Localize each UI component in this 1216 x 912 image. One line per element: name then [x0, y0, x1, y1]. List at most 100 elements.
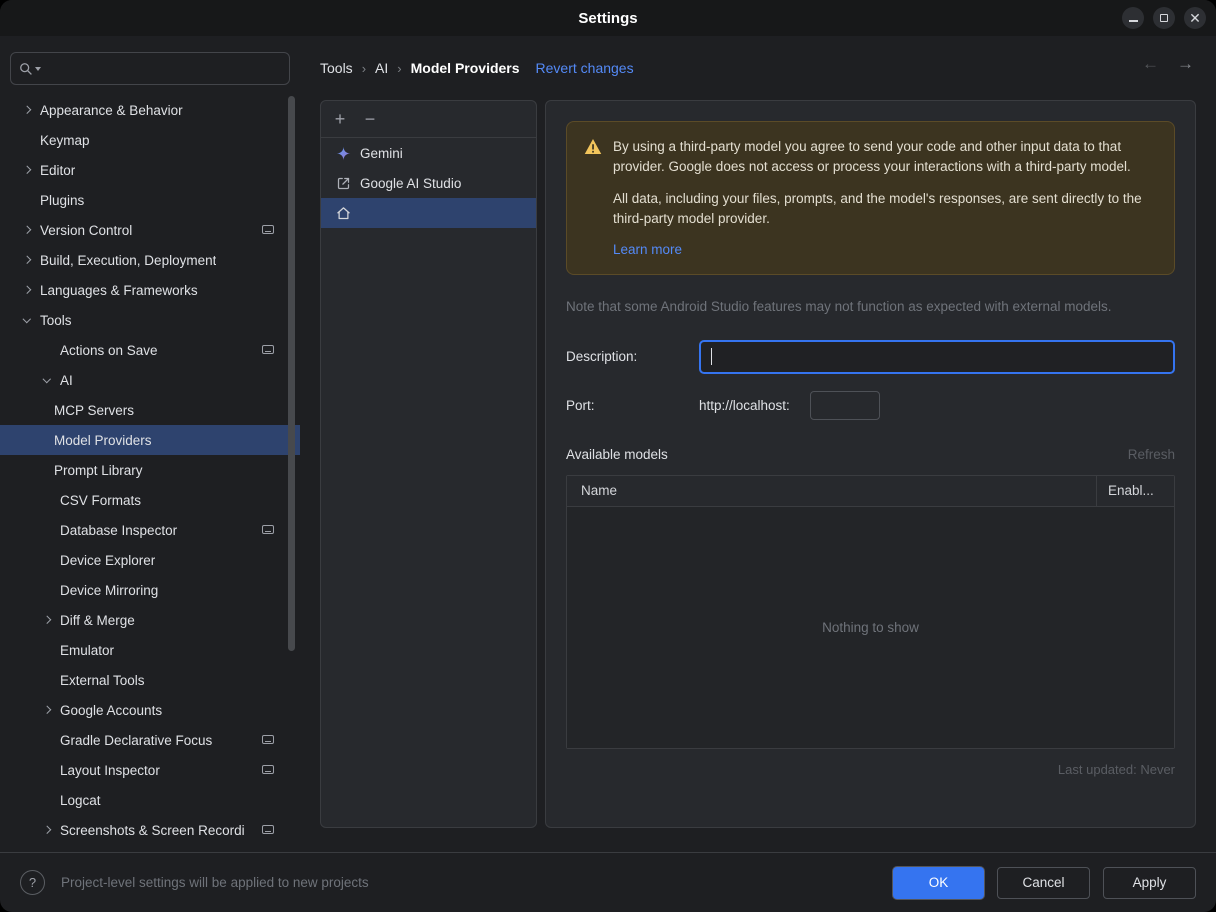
sidebar-item-diff-merge[interactable]: Diff & Merge [0, 605, 300, 635]
window-controls: ✕ [1122, 7, 1206, 29]
close-icon: ✕ [1189, 10, 1201, 26]
screen-icon [262, 765, 274, 774]
sidebar-item-editor[interactable]: Editor [0, 155, 300, 185]
window-title: Settings [578, 9, 638, 27]
sidebar-item-logcat[interactable]: Logcat [0, 785, 300, 815]
sidebar-item-label: Prompt Library [54, 462, 143, 478]
sidebar-item-appearance-behavior[interactable]: Appearance & Behavior [0, 95, 300, 125]
sidebar-item-device-mirroring[interactable]: Device Mirroring [0, 575, 300, 605]
available-models-label: Available models [566, 446, 668, 462]
sidebar-item-plugins[interactable]: Plugins [0, 185, 300, 215]
maximize-button[interactable] [1153, 7, 1175, 29]
dialog-footer: ? Project-level settings will be applied… [0, 852, 1216, 912]
sidebar-item-gradle-declarative-focus[interactable]: Gradle Declarative Focus [0, 725, 300, 755]
sidebar-item-label: Emulator [60, 642, 115, 658]
sidebar-item-version-control[interactable]: Version Control [0, 215, 300, 245]
add-provider-button[interactable]: + [327, 106, 353, 132]
apply-button[interactable]: Apply [1103, 866, 1196, 899]
column-header-enabled[interactable]: Enabl... [1096, 475, 1174, 506]
chevron-right-icon [34, 605, 60, 635]
sidebar-item-prompt-library[interactable]: Prompt Library [0, 455, 300, 485]
home-icon [337, 206, 350, 219]
google-ai-studio-icon [337, 177, 350, 189]
chevron-right-icon [14, 95, 40, 125]
screen-icon [262, 345, 274, 354]
provider-item-google-ai-studio[interactable]: Google AI Studio [321, 168, 536, 198]
ok-button[interactable]: OK [893, 866, 984, 899]
models-table-empty-state: Nothing to show [567, 506, 1174, 748]
sidebar-item-model-providers[interactable]: Model Providers [0, 425, 300, 455]
models-table-header: Name Enabl... [567, 475, 1174, 507]
cancel-button[interactable]: Cancel [997, 866, 1090, 899]
sidebar-item-database-inspector[interactable]: Database Inspector [0, 515, 300, 545]
sidebar-scrollbar[interactable] [288, 96, 295, 651]
sidebar-item-label: MCP Servers [54, 402, 135, 418]
third-party-warning-banner: By using a third-party model you agree t… [566, 121, 1175, 275]
warning-text-1: By using a third-party model you agree t… [613, 139, 1131, 174]
sidebar-item-label: Version Control [40, 222, 133, 238]
chevron-right-icon [14, 215, 40, 245]
sidebar-item-mcp-servers[interactable]: MCP Servers [0, 395, 300, 425]
sidebar-item-label: Model Providers [54, 432, 152, 448]
sidebar-item-label: Appearance & Behavior [40, 102, 183, 118]
description-input[interactable] [699, 339, 1175, 374]
breadcrumb-ai[interactable]: AI [375, 60, 388, 76]
provider-item-gemini[interactable]: Gemini [321, 138, 536, 168]
port-prefix: http://localhost: [699, 397, 790, 413]
sidebar-item-label: Build, Execution, Deployment [40, 252, 217, 268]
sidebar-item-device-explorer[interactable]: Device Explorer [0, 545, 300, 575]
sidebar-item-label: Languages & Frameworks [40, 282, 198, 298]
provider-item-new[interactable] [321, 198, 536, 228]
sidebar-item-screenshots-screen-recording[interactable]: Screenshots & Screen Recordi [0, 815, 300, 845]
sidebar-item-languages-frameworks[interactable]: Languages & Frameworks [0, 275, 300, 305]
remove-provider-button[interactable]: − [357, 106, 383, 132]
sidebar-item-label: Device Explorer [60, 552, 156, 568]
last-updated-label: Last updated: Never [1057, 761, 1175, 777]
sidebar-item-label: Device Mirroring [60, 582, 159, 598]
learn-more-link[interactable]: Learn more [613, 240, 682, 260]
minimize-button[interactable] [1122, 7, 1144, 29]
sidebar-item-build-execution-deployment[interactable]: Build, Execution, Deployment [0, 245, 300, 275]
sidebar-item-label: Database Inspector [60, 522, 178, 538]
sidebar-item-actions-on-save[interactable]: Actions on Save [0, 335, 300, 365]
settings-tree: Appearance & Behavior Keymap Editor Plug… [0, 95, 300, 845]
chevron-right-icon [14, 155, 40, 185]
sidebar-item-keymap[interactable]: Keymap [0, 125, 300, 155]
sidebar-item-google-accounts[interactable]: Google Accounts [0, 695, 300, 725]
sidebar-item-label: Plugins [40, 192, 85, 208]
sidebar-item-label: Actions on Save [60, 342, 158, 358]
sidebar-item-label: Gradle Declarative Focus [60, 732, 213, 748]
back-arrow-icon[interactable]: ← [1142, 54, 1159, 74]
sidebar-item-emulator[interactable]: Emulator [0, 635, 300, 665]
port-input[interactable] [809, 390, 880, 420]
breadcrumb-model-providers: Model Providers [410, 60, 520, 76]
providers-toolbar: + − [321, 101, 536, 138]
screen-icon [262, 735, 274, 744]
sidebar-item-ai[interactable]: AI [0, 365, 300, 395]
chevron-down-icon [34, 365, 60, 395]
help-button[interactable]: ? [20, 870, 45, 895]
sidebar-item-label: Keymap [40, 132, 90, 148]
close-button[interactable]: ✕ [1184, 7, 1206, 29]
provider-label: Gemini [360, 145, 403, 161]
sidebar-item-layout-inspector[interactable]: Layout Inspector [0, 755, 300, 785]
revert-changes-link[interactable]: Revert changes [536, 60, 634, 76]
column-header-name[interactable]: Name [567, 476, 1096, 506]
chevron-down-icon [35, 66, 41, 71]
sidebar-item-external-tools[interactable]: External Tools [0, 665, 300, 695]
gemini-icon [336, 146, 351, 160]
settings-sidebar: Appearance & Behavior Keymap Editor Plug… [0, 36, 300, 852]
chevron-right-icon [14, 275, 40, 305]
forward-arrow-icon[interactable]: → [1177, 54, 1194, 74]
refresh-button[interactable]: Refresh [1128, 447, 1175, 462]
breadcrumb-separator: › [361, 60, 367, 76]
external-models-note: Note that some Android Studio features m… [566, 298, 1112, 314]
screen-icon [262, 825, 274, 834]
sidebar-item-csv-formats[interactable]: CSV Formats [0, 485, 300, 515]
project-level-note: Project-level settings will be applied t… [61, 875, 369, 890]
search-box[interactable] [10, 52, 290, 85]
breadcrumb-tools[interactable]: Tools [320, 60, 353, 76]
search-input[interactable] [47, 61, 281, 76]
sidebar-item-tools[interactable]: Tools [0, 305, 300, 335]
sidebar-item-label: CSV Formats [60, 492, 142, 508]
